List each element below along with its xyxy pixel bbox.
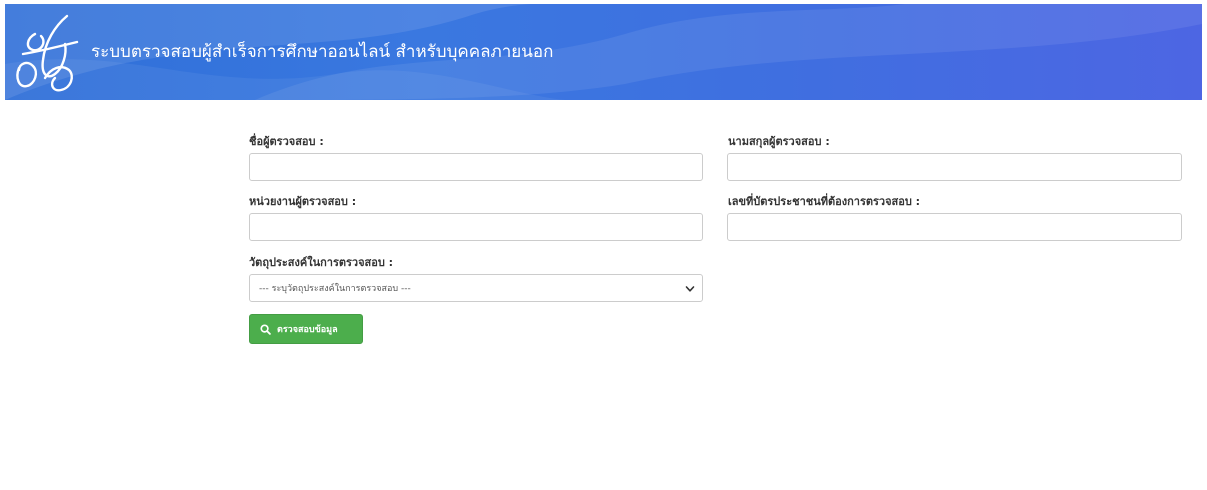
signature-logo-icon[interactable] bbox=[5, 8, 91, 98]
purpose-select[interactable]: --- ระบุวัตถุประสงค์ในการตรวจสอบ --- bbox=[249, 274, 703, 302]
purpose-selected-value: --- ระบุวัตถุประสงค์ในการตรวจสอบ --- bbox=[259, 284, 411, 294]
page-title: ระบบตรวจสอบผู้สำเร็จการศึกษาออนไลน์ สำหร… bbox=[91, 42, 554, 62]
agency-label: หน่วยงานผู้ตรวจสอบ : bbox=[249, 195, 357, 208]
purpose-label: วัตถุประสงค์ในการตรวจสอบ : bbox=[249, 256, 394, 269]
agency-input[interactable] bbox=[249, 213, 703, 241]
header-banner: ระบบตรวจสอบผู้สำเร็จการศึกษาออนไลน์ สำหร… bbox=[5, 4, 1202, 100]
last-name-label: นามสกุลผู้ตรวจสอบ : bbox=[728, 135, 830, 148]
citizen-id-label: เลขที่บัตรประชาชนที่ต้องการตรวจสอบ : bbox=[728, 195, 921, 208]
check-data-button-label: ตรวจสอบข้อมูล bbox=[277, 325, 338, 335]
last-name-input[interactable] bbox=[727, 153, 1182, 181]
first-name-input[interactable] bbox=[249, 153, 703, 181]
first-name-label: ชื่อผู้ตรวจสอบ : bbox=[249, 135, 324, 148]
search-icon bbox=[260, 323, 271, 335]
check-data-button[interactable]: ตรวจสอบข้อมูล bbox=[249, 314, 363, 344]
citizen-id-input[interactable] bbox=[727, 213, 1182, 241]
chevron-down-icon bbox=[685, 286, 695, 292]
